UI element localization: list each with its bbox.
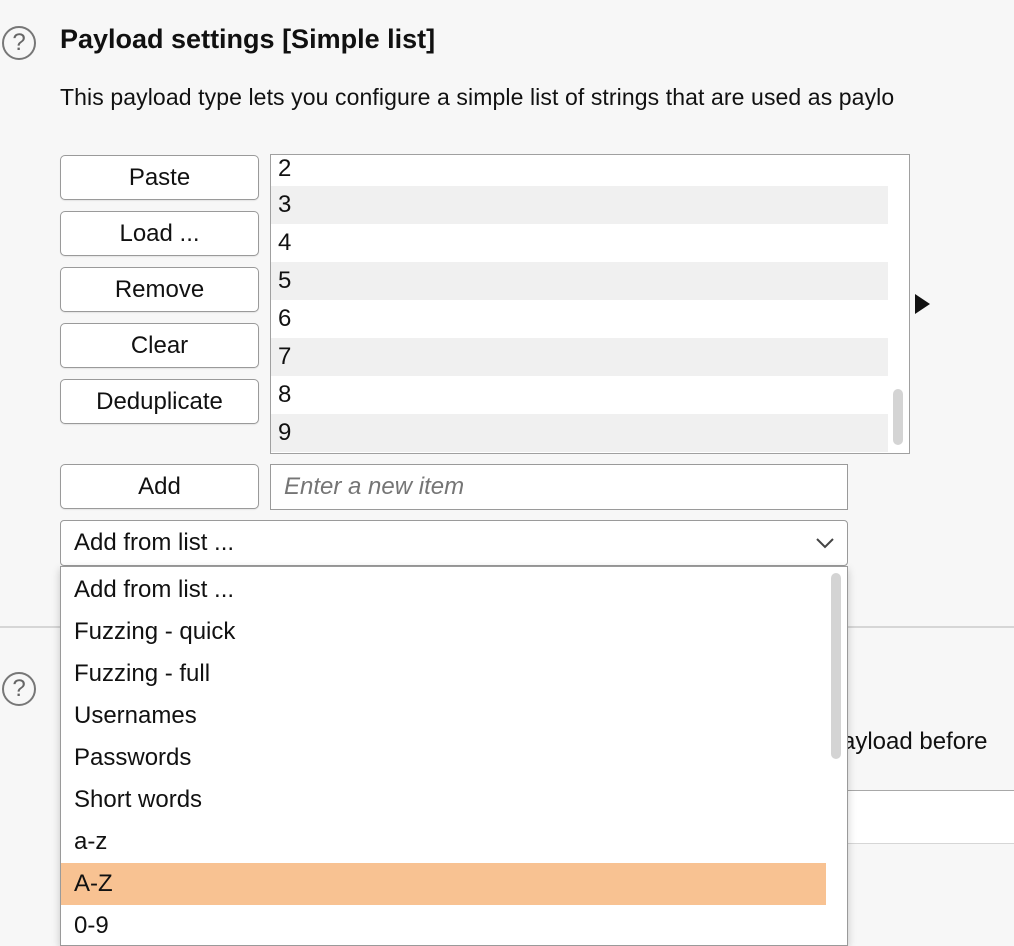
load-button[interactable]: Load ... [60, 211, 259, 256]
list-item[interactable]: 6 [271, 300, 888, 338]
list-item[interactable]: 3 [271, 186, 888, 224]
help-icon[interactable]: ? [2, 672, 36, 706]
chevron-down-icon [816, 538, 834, 549]
help-icon[interactable]: ? [2, 26, 36, 60]
list-item[interactable]: 7 [271, 338, 888, 376]
dropdown-option[interactable]: Fuzzing - full [61, 653, 826, 695]
remove-button[interactable]: Remove [60, 267, 259, 312]
expand-arrow-icon[interactable] [912, 292, 932, 316]
list-item[interactable]: 8 [271, 376, 888, 414]
list-item[interactable]: 5 [271, 262, 888, 300]
dropdown-option[interactable]: 0-9 [61, 905, 826, 945]
list-item[interactable]: 9 [271, 414, 888, 452]
dropdown-option[interactable]: Passwords [61, 737, 826, 779]
section-title: Payload settings [Simple list] [60, 24, 436, 54]
paste-button[interactable]: Paste [60, 155, 259, 200]
clear-button[interactable]: Clear [60, 323, 259, 368]
dropdown-scrollbar[interactable] [831, 573, 841, 759]
dropdown-option[interactable]: Fuzzing - quick [61, 611, 826, 653]
dropdown-option[interactable]: Short words [61, 779, 826, 821]
select-value: Add from list ... [74, 529, 235, 556]
add-from-list-dropdown[interactable]: Add from list ... Fuzzing - quick Fuzzin… [60, 566, 848, 946]
dropdown-option[interactable]: Usernames [61, 695, 826, 737]
deduplicate-button[interactable]: Deduplicate [60, 379, 259, 424]
list-scrollbar[interactable] [893, 389, 903, 445]
next-section-field[interactable] [848, 790, 1014, 844]
next-section-text: ayload before [842, 728, 988, 755]
dropdown-option-highlighted[interactable]: A-Z [61, 863, 826, 905]
dropdown-option[interactable]: Add from list ... [61, 569, 826, 611]
dropdown-option[interactable]: a-z [61, 821, 826, 863]
add-from-list-select[interactable]: Add from list ... [60, 520, 848, 566]
add-button[interactable]: Add [60, 464, 259, 509]
list-item[interactable]: 4 [271, 224, 888, 262]
section-description: This payload type lets you configure a s… [60, 84, 895, 110]
payload-list[interactable]: 2 3 4 5 6 7 8 9 [270, 154, 910, 454]
new-item-input[interactable] [270, 464, 848, 510]
list-item[interactable]: 2 [271, 155, 888, 188]
